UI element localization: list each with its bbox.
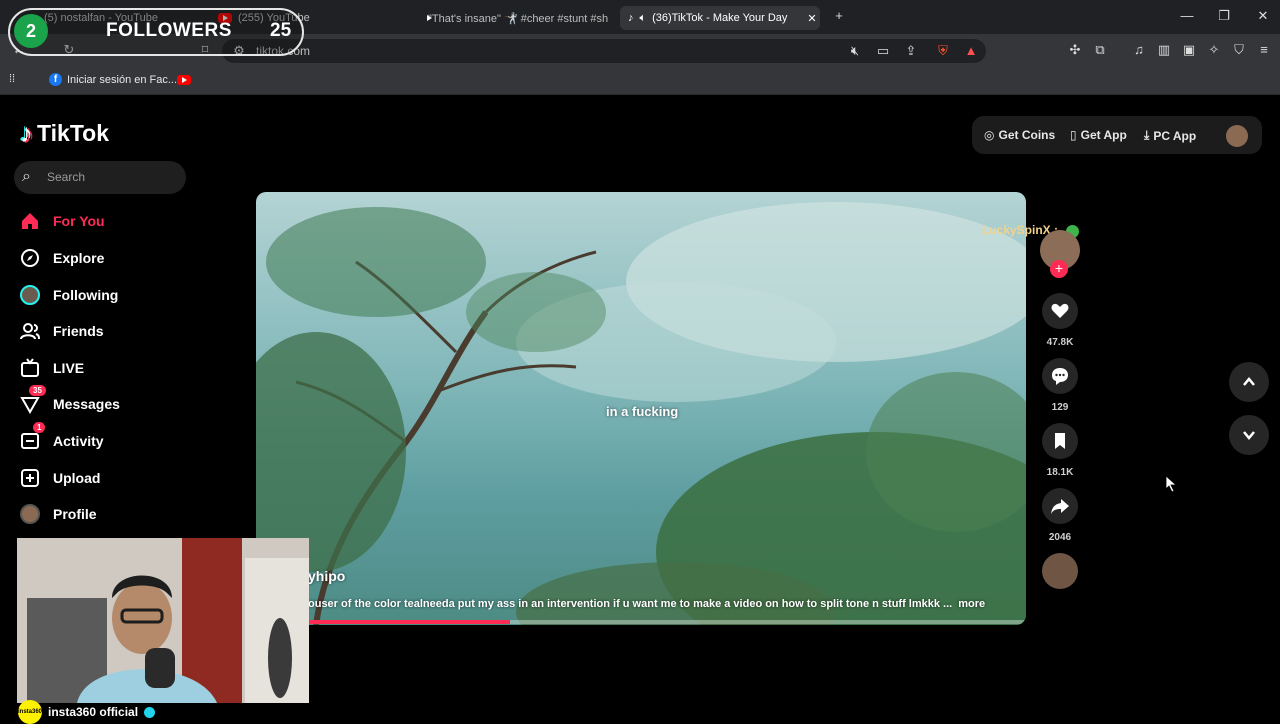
video-caption-overlay: in a fucking	[606, 404, 679, 419]
apps-icon[interactable]: ⁞⁞	[9, 73, 15, 85]
friends-icon	[20, 321, 40, 341]
user-avatar[interactable]	[1226, 125, 1248, 147]
extensions-icon[interactable]: ✣	[1066, 42, 1084, 58]
bookmarks-bar: ⁞⁞ f Iniciar sesión en Fac...	[0, 68, 1280, 95]
new-tab-button[interactable]: +	[829, 8, 849, 23]
live-icon	[20, 358, 40, 378]
nav-friends[interactable]: Friends	[20, 318, 104, 344]
tiktok-icon: ♪	[20, 118, 33, 148]
insta360-logo: insta360	[18, 700, 42, 724]
tiktok-icon: ♪	[628, 12, 634, 24]
mute-icon[interactable]: 🔇︎	[846, 43, 864, 59]
wallet-icon[interactable]: ▣	[1180, 42, 1198, 58]
close-window-button[interactable]: ✕	[1253, 8, 1273, 24]
music-disc-avatar[interactable]	[1042, 553, 1078, 589]
brave-shield-icon[interactable]: ⛨	[934, 43, 952, 59]
tab-cheer-stunt[interactable]: "That's insane" 🤺 #cheer #stunt #sh	[422, 6, 608, 30]
webcam-channel-name: insta360 official	[48, 705, 139, 719]
share-icon[interactable]: ⇪	[902, 43, 920, 59]
nav-explore[interactable]: Explore	[20, 245, 104, 271]
bookmark-icon	[1055, 433, 1065, 449]
chevron-down-icon	[1243, 431, 1255, 440]
maximize-button[interactable]: ❐	[1214, 8, 1234, 24]
tab-tiktok[interactable]: ♪ 🔈︎ (36)TikTok - Make Your Day ✕	[620, 6, 820, 30]
previous-video-button[interactable]	[1229, 362, 1269, 402]
nav-upload[interactable]: Upload	[20, 465, 100, 491]
share-button[interactable]	[1042, 488, 1078, 524]
brave-rewards-icon[interactable]: ▲	[962, 43, 980, 58]
pc-app-button[interactable]: ⤓ PC App	[1144, 128, 1196, 143]
activity-icon: 1	[20, 422, 46, 451]
media-icon[interactable]: ♫	[1130, 42, 1148, 57]
phone-icon: ▯	[1070, 128, 1077, 142]
menu-icon[interactable]: ≡	[1255, 42, 1273, 57]
heart-icon	[1051, 303, 1069, 318]
save-count: 18.1K	[1046, 467, 1074, 478]
close-tab-icon[interactable]: ✕	[807, 12, 816, 25]
webcam-image	[17, 538, 309, 703]
share-arrow-icon	[1051, 499, 1069, 514]
nav-activity[interactable]: 1 Activity	[20, 422, 104, 454]
chevron-up-icon	[1243, 377, 1255, 386]
sidebar-icon[interactable]: ▥	[1155, 42, 1173, 58]
followers-label: FOLLOWERS	[106, 20, 232, 41]
more-button[interactable]: more	[958, 598, 985, 610]
webcam-channel-row: insta360 insta360 official	[18, 700, 156, 724]
video-progress-bar[interactable]	[256, 620, 1026, 624]
webcam-feed	[17, 538, 309, 703]
cast-icon[interactable]: ▭	[874, 43, 892, 59]
like-count: 47.8K	[1046, 337, 1074, 348]
download-icon: ⤓	[1144, 128, 1150, 142]
tiktok-logo[interactable]: ♪ TikTok	[20, 118, 109, 149]
top-actions-bar: ◎ Get Coins ▯ Get App ⤓ PC App	[972, 116, 1262, 154]
coin-icon: ◎	[984, 128, 995, 142]
save-button[interactable]	[1042, 423, 1078, 459]
youtube-icon	[177, 75, 191, 85]
verified-icon	[144, 706, 156, 718]
speaker-icon[interactable]: 🔈︎	[640, 12, 647, 25]
nav-messages[interactable]: 35 Messages	[20, 385, 120, 417]
messages-badge: 35	[29, 385, 46, 396]
search-icon: ⌕	[22, 168, 31, 185]
next-video-button[interactable]	[1229, 415, 1269, 455]
like-button[interactable]	[1042, 293, 1078, 329]
nav-following[interactable]: Following	[20, 282, 118, 308]
comment-button[interactable]	[1042, 358, 1078, 394]
upload-icon	[20, 468, 40, 488]
nav-for-you[interactable]: For You	[20, 208, 105, 234]
activity-badge: 1	[33, 422, 46, 433]
compass-icon	[20, 248, 40, 268]
comment-count: 129	[1051, 402, 1069, 413]
bookmark-youtube[interactable]	[177, 75, 191, 85]
facebook-icon: f	[49, 73, 62, 86]
vpn-icon[interactable]: ⛉	[1230, 42, 1248, 58]
share-count: 2046	[1048, 532, 1072, 543]
url-field[interactable]: ⚙ tiktok.com 🔇︎ ▭ ⇪ ⛨ ▲	[222, 39, 986, 63]
video-description: ouser of the color tealneeda put my ass …	[308, 598, 986, 610]
bookmark-facebook[interactable]: f Iniciar sesión en Fac...	[49, 73, 177, 86]
minimize-button[interactable]: —	[1177, 8, 1197, 23]
get-app-button[interactable]: ▯ Get App	[1070, 128, 1127, 142]
get-coins-button[interactable]: ◎ Get Coins	[984, 128, 1055, 142]
profile-avatar-icon	[20, 504, 40, 524]
nav-profile[interactable]: Profile	[20, 501, 97, 527]
follow-button[interactable]: +	[1050, 260, 1068, 278]
video-username[interactable]: yhipo	[308, 568, 345, 584]
following-avatar-icon	[20, 285, 40, 305]
screenshot-icon[interactable]: ⧉	[1091, 42, 1109, 58]
home-icon	[20, 211, 40, 231]
video-player[interactable]: in a fucking yhipo ouser of the color te…	[256, 192, 1026, 625]
search-input[interactable]: ⌕ Search	[14, 161, 186, 194]
followers-overlay: 2 FOLLOWERS 25	[8, 8, 304, 56]
followers-count: 25	[270, 20, 292, 41]
leo-ai-icon[interactable]: ✧	[1205, 42, 1223, 58]
comment-icon	[1052, 368, 1068, 385]
messages-icon: 35	[20, 385, 46, 414]
followers-level: 2	[14, 14, 48, 48]
nav-live[interactable]: LIVE	[20, 355, 84, 381]
